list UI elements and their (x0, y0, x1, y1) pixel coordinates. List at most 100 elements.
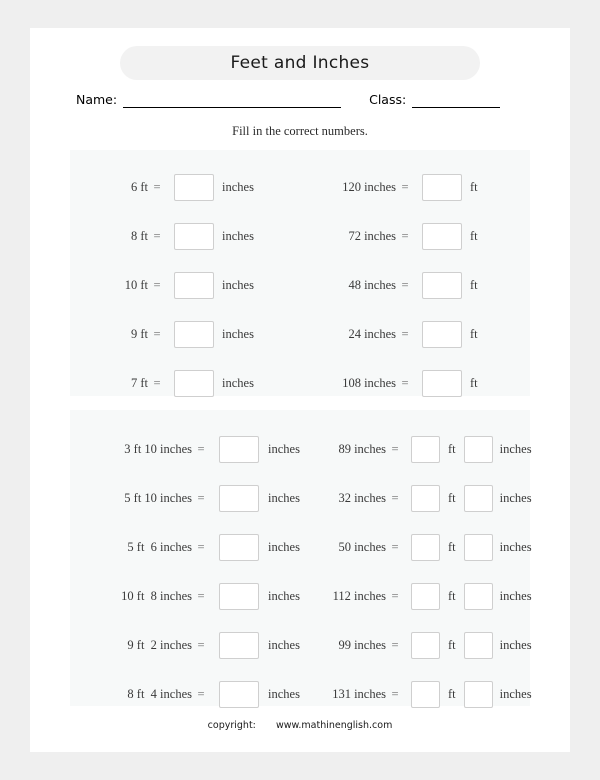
question-prompt: 10 ft (124, 277, 148, 292)
question-row: 8 ft = inches (80, 222, 295, 250)
answer-box[interactable] (422, 222, 462, 250)
class-input-line[interactable] (412, 92, 501, 108)
equals-sign: = (197, 539, 205, 554)
unit-label: ft (470, 375, 478, 390)
equals-sign: = (401, 375, 409, 390)
unit-label-inches: inches (499, 686, 532, 701)
answer-box-inches[interactable] (463, 680, 493, 708)
answer-box[interactable] (422, 320, 462, 348)
exercise-section-2: 3 ft 10 inches = inches 5 ft 10 inches = inch… (70, 410, 532, 708)
unit-label: inches (268, 588, 300, 603)
unit-label: inches (222, 228, 254, 243)
worksheet-page: Feet and Inches Name: Class: Fill in the… (30, 28, 570, 752)
answer-box[interactable] (174, 320, 214, 348)
equals-sign: = (391, 637, 399, 652)
question-row: 99 inches = ft inches (308, 631, 532, 659)
answer-box-feet[interactable] (411, 435, 440, 463)
copyright-label: copyright: (207, 720, 256, 731)
answer-box[interactable] (219, 680, 259, 708)
equals-sign: = (153, 228, 161, 243)
question-prompt: 3 ft 10 inches (124, 441, 192, 456)
answer-box[interactable] (422, 271, 462, 299)
answer-box-inches[interactable] (463, 582, 493, 610)
equals-sign: = (197, 490, 205, 505)
answer-box-feet[interactable] (411, 631, 440, 659)
equals-sign: = (401, 179, 409, 194)
question-prompt: 9 ft 2 inches (127, 637, 192, 652)
answer-box[interactable] (422, 173, 462, 201)
unit-label-inches: inches (499, 539, 532, 554)
unit-label: inches (268, 539, 300, 554)
answer-box[interactable] (219, 582, 259, 610)
answer-box[interactable] (219, 533, 259, 561)
answer-box[interactable] (174, 369, 214, 397)
equals-sign: = (391, 588, 399, 603)
answer-box-feet[interactable] (411, 533, 440, 561)
name-input-line[interactable] (123, 92, 342, 108)
answer-box-feet[interactable] (411, 680, 440, 708)
unit-label-feet: ft (448, 490, 456, 505)
unit-label: inches (222, 375, 254, 390)
equals-sign: = (197, 588, 205, 603)
question-prompt: 108 inches (342, 375, 396, 390)
question-row: 5 ft 10 inches = inches (80, 484, 300, 512)
question-row: 89 inches = ft inches (308, 435, 532, 463)
unit-label: inches (268, 686, 300, 701)
unit-label: ft (470, 277, 478, 292)
question-row: 7 ft = inches (80, 369, 295, 397)
answer-box-feet[interactable] (411, 582, 440, 610)
question-prompt: 5 ft 6 inches (127, 539, 192, 554)
unit-label: inches (222, 326, 254, 341)
question-row: 24 inches = ft (308, 320, 520, 348)
question-row: 8 ft 4 inches = inches (80, 680, 300, 708)
exercise-section-1: 6 ft = inches 8 ft = inches 10 ft = inches 9 ft = i… (70, 150, 530, 397)
equals-sign: = (401, 277, 409, 292)
answer-box[interactable] (174, 271, 214, 299)
answer-box[interactable] (219, 435, 259, 463)
question-prompt: 120 inches (342, 179, 396, 194)
answer-box-inches[interactable] (463, 631, 493, 659)
page-title: Feet and Inches (230, 53, 370, 73)
answer-box-inches[interactable] (463, 533, 493, 561)
question-prompt: 112 inches (332, 588, 386, 603)
question-row: 10 ft = inches (80, 271, 295, 299)
question-prompt: 48 inches (348, 277, 396, 292)
question-prompt: 8 ft (130, 228, 148, 243)
unit-label: inches (268, 441, 300, 456)
answer-box-inches[interactable] (463, 435, 493, 463)
answer-box[interactable] (422, 369, 462, 397)
unit-label-feet: ft (448, 441, 456, 456)
answer-box[interactable] (174, 173, 214, 201)
answer-box[interactable] (219, 484, 259, 512)
question-prompt: 99 inches (338, 637, 386, 652)
question-row: 5 ft 6 inches = inches (80, 533, 300, 561)
unit-label-inches: inches (499, 490, 532, 505)
equals-sign: = (391, 490, 399, 505)
unit-label: inches (222, 277, 254, 292)
unit-label-feet: ft (448, 539, 456, 554)
question-prompt: 7 ft (130, 375, 148, 390)
unit-label-inches: inches (499, 588, 532, 603)
equals-sign: = (401, 228, 409, 243)
answer-box-feet[interactable] (411, 484, 440, 512)
answer-box-inches[interactable] (463, 484, 493, 512)
equals-sign: = (153, 326, 161, 341)
answer-box[interactable] (174, 222, 214, 250)
question-row: 50 inches = ft inches (308, 533, 532, 561)
question-prompt: 5 ft 10 inches (124, 490, 192, 505)
unit-label: inches (268, 637, 300, 652)
equals-sign: = (197, 441, 205, 456)
unit-label-feet: ft (448, 588, 456, 603)
question-row: 48 inches = ft (308, 271, 520, 299)
equals-sign: = (197, 637, 205, 652)
question-row: 72 inches = ft (308, 222, 520, 250)
equals-sign: = (153, 179, 161, 194)
question-prompt: 32 inches (338, 490, 386, 505)
equals-sign: = (153, 277, 161, 292)
unit-label: inches (268, 490, 300, 505)
question-row: 9 ft = inches (80, 320, 295, 348)
equals-sign: = (391, 686, 399, 701)
instruction-text: Fill in the correct numbers. (232, 124, 368, 138)
question-row: 9 ft 2 inches = inches (80, 631, 300, 659)
answer-box[interactable] (219, 631, 259, 659)
